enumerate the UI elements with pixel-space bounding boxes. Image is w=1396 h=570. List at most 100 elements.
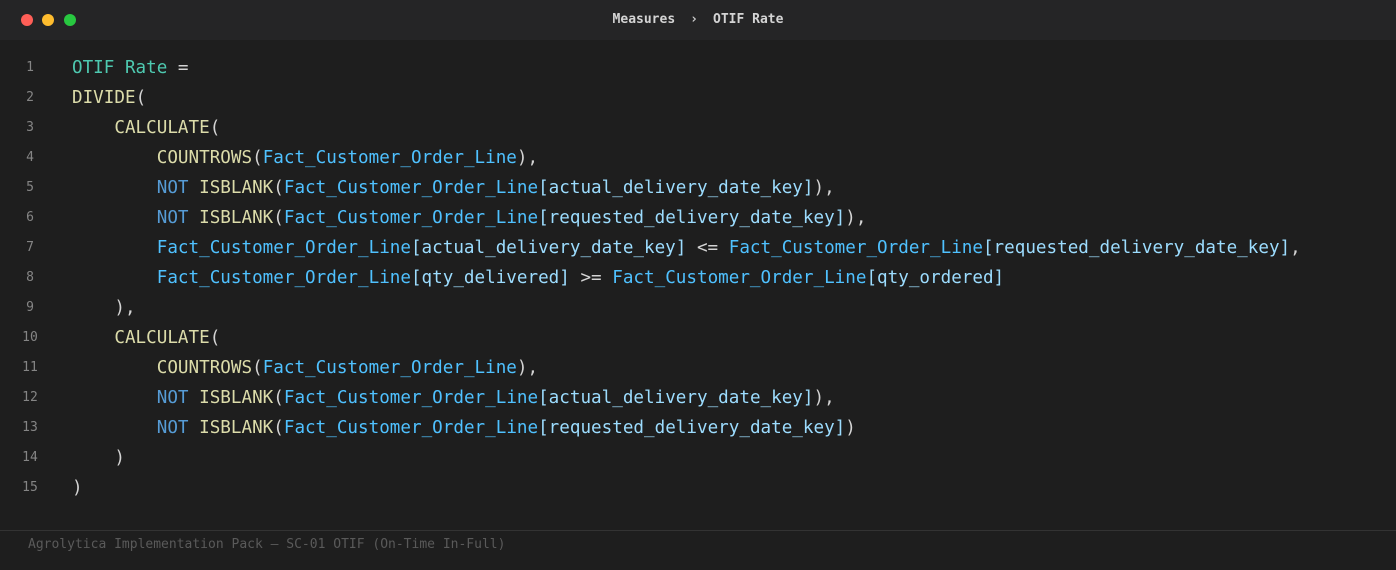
code-token-punct: [72, 328, 114, 348]
code-line[interactable]: 5 NOT ISBLANK(Fact_Customer_Order_Line[a…: [0, 173, 1396, 203]
code-token-table: Fact_Customer_Order_Line: [156, 238, 411, 258]
code-text[interactable]: NOT ISBLANK(Fact_Customer_Order_Line[act…: [72, 173, 835, 203]
code-token-func: ISBLANK: [199, 388, 274, 408]
code-token-punct: [72, 388, 157, 408]
editor-window: Measures › OTIF Rate 1 OTIF Rate = 2 DIVIDE(3…: [0, 0, 1396, 570]
line-number: 10: [22, 330, 38, 345]
code-token-table: Fact_Customer_Order_Line: [728, 238, 983, 258]
code-token-punct: (: [209, 118, 221, 138]
code-token-func: CALCULATE: [114, 328, 210, 348]
code-token-func: DIVIDE: [72, 88, 136, 108]
code-token-col: [requested_delivery_date_key]: [982, 238, 1291, 258]
code-token-punct: =: [167, 58, 189, 78]
code-token-punct: >=: [569, 268, 613, 288]
code-token-punct: [72, 178, 157, 198]
code-token-punct: ),: [72, 298, 136, 318]
code-line[interactable]: 4 COUNTROWS(Fact_Customer_Order_Line),: [0, 143, 1396, 173]
code-token-table: Fact_Customer_Order_Line: [262, 358, 517, 378]
code-line[interactable]: 1 OTIF Rate =: [0, 53, 1396, 83]
code-token-punct: [72, 148, 157, 168]
code-text[interactable]: CALCULATE(: [72, 113, 220, 143]
line-number: 3: [26, 120, 34, 135]
code-text[interactable]: NOT ISBLANK(Fact_Customer_Order_Line[req…: [72, 413, 856, 443]
code-text[interactable]: COUNTROWS(Fact_Customer_Order_Line),: [72, 143, 538, 173]
code-text[interactable]: CALCULATE(: [72, 323, 220, 353]
code-text[interactable]: Fact_Customer_Order_Line[qty_delivered] …: [72, 263, 1004, 293]
code-token-func: COUNTROWS: [156, 358, 253, 378]
code-token-table: Fact_Customer_Order_Line: [283, 208, 539, 228]
code-token-punct: [72, 238, 157, 258]
code-line[interactable]: 6 NOT ISBLANK(Fact_Customer_Order_Line[r…: [0, 203, 1396, 233]
line-number: 15: [22, 480, 38, 495]
code-token-func: ISBLANK: [199, 178, 274, 198]
code-token-punct: ),: [813, 388, 835, 408]
code-token-punct: ): [845, 418, 856, 438]
line-number: 9: [26, 300, 34, 315]
title-bar: Measures › OTIF Rate: [0, 0, 1396, 40]
code-text[interactable]: NOT ISBLANK(Fact_Customer_Order_Line[req…: [72, 203, 867, 233]
line-number: 11: [22, 360, 38, 375]
code-token-col: [qty_ordered]: [866, 268, 1005, 288]
code-token-col: [actual_delivery_date_key]: [538, 388, 814, 408]
line-number: 8: [26, 270, 34, 285]
code-token-punct: (: [273, 388, 284, 408]
code-text[interactable]: NOT ISBLANK(Fact_Customer_Order_Line[act…: [72, 383, 835, 413]
footer-bar: Agrolytica Implementation Pack — SC-01 O…: [0, 530, 1396, 570]
code-token-func: ISBLANK: [199, 418, 274, 438]
code-token-kw: NOT: [156, 418, 189, 438]
code-token-punct: ): [72, 478, 83, 498]
code-line[interactable]: 13 NOT ISBLANK(Fact_Customer_Order_Line[…: [0, 413, 1396, 443]
code-token-func: CALCULATE: [114, 118, 210, 138]
code-line[interactable]: 14 ): [0, 443, 1396, 473]
code-line[interactable]: 11 COUNTROWS(Fact_Customer_Order_Line),: [0, 353, 1396, 383]
code-token-func: COUNTROWS: [156, 148, 253, 168]
code-token-col: [qty_delivered]: [410, 268, 570, 288]
code-token-punct: <=: [686, 238, 729, 258]
code-token-punct: ,: [1290, 238, 1301, 258]
code-token-col: [requested_delivery_date_key]: [538, 418, 846, 438]
code-token-punct: [189, 418, 200, 438]
code-token-punct: (: [135, 88, 147, 108]
code-text[interactable]: DIVIDE(: [72, 83, 146, 113]
line-number: 7: [26, 240, 34, 255]
code-token-punct: [189, 178, 200, 198]
code-token-punct: [72, 418, 157, 438]
code-line[interactable]: 7 Fact_Customer_Order_Line[actual_delive…: [0, 233, 1396, 263]
code-line[interactable]: 12 NOT ISBLANK(Fact_Customer_Order_Line[…: [0, 383, 1396, 413]
code-line[interactable]: 8 Fact_Customer_Order_Line[qty_delivered…: [0, 263, 1396, 293]
code-token-table: Fact_Customer_Order_Line: [283, 388, 539, 408]
code-line[interactable]: 10 CALCULATE(: [0, 323, 1396, 353]
code-text[interactable]: COUNTROWS(Fact_Customer_Order_Line),: [72, 353, 538, 383]
line-number: 4: [26, 150, 34, 165]
line-number: 14: [22, 450, 38, 465]
code-token-punct: ),: [516, 358, 539, 378]
breadcrumb-parent[interactable]: Measures: [613, 12, 676, 27]
code-line[interactable]: 9 ),: [0, 293, 1396, 323]
code-token-kw: NOT: [156, 388, 189, 408]
code-text[interactable]: ),: [72, 293, 136, 323]
code-token-kw: NOT: [156, 178, 189, 198]
breadcrumb-current[interactable]: OTIF Rate: [713, 12, 783, 27]
code-token-punct: [189, 388, 200, 408]
code-text[interactable]: Fact_Customer_Order_Line[actual_delivery…: [72, 233, 1301, 263]
code-token-table: Fact_Customer_Order_Line: [156, 268, 411, 288]
code-text[interactable]: ): [72, 473, 83, 503]
code-text[interactable]: ): [72, 443, 125, 473]
code-token-table: Fact_Customer_Order_Line: [283, 418, 539, 438]
code-line[interactable]: 2 DIVIDE(: [0, 83, 1396, 113]
code-line[interactable]: 15): [0, 473, 1396, 503]
code-token-punct: (: [252, 148, 263, 168]
code-token-punct: ),: [516, 148, 539, 168]
code-editor[interactable]: 1 OTIF Rate = 2 DIVIDE(3 CALCULATE(4 COUNTR…: [0, 53, 1396, 503]
code-token-punct: [72, 118, 114, 138]
breadcrumb-separator-icon: ›: [690, 12, 698, 27]
code-token-punct: [72, 208, 157, 228]
code-token-kw: NOT: [156, 208, 189, 228]
line-number: 12: [22, 390, 38, 405]
code-token-col: [actual_delivery_date_key]: [410, 238, 687, 258]
code-text[interactable]: OTIF Rate =: [72, 53, 189, 83]
code-token-func: ISBLANK: [199, 208, 274, 228]
code-line[interactable]: 3 CALCULATE(: [0, 113, 1396, 143]
code-token-punct: ),: [813, 178, 835, 198]
line-number: 13: [22, 420, 38, 435]
